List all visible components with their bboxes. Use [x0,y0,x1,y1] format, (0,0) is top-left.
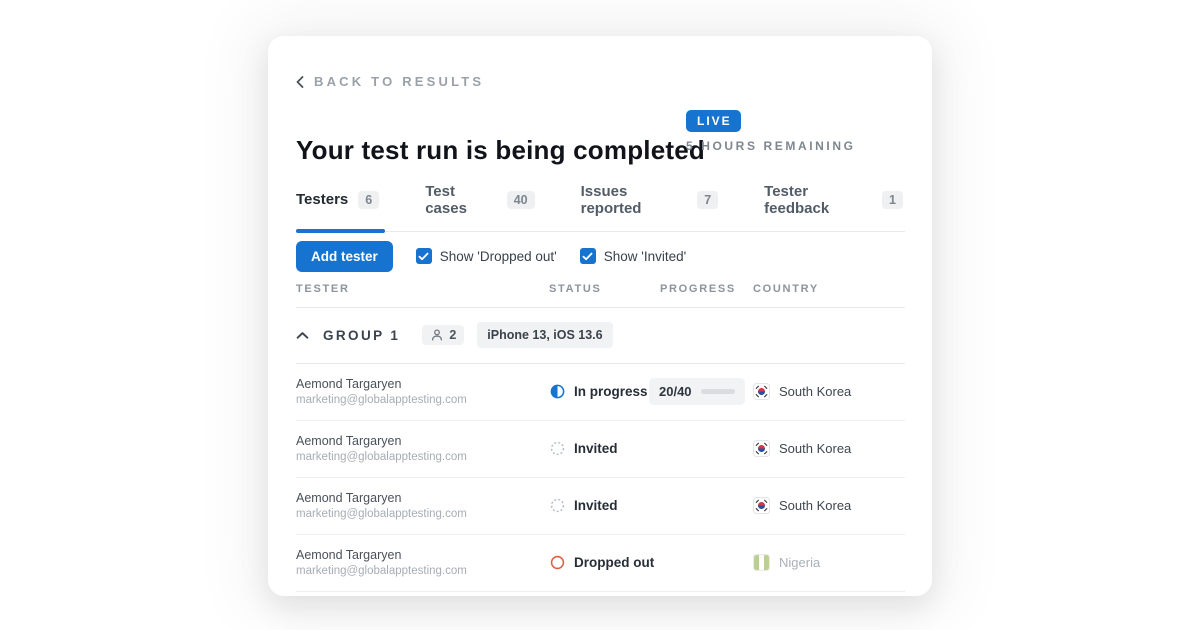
tester-name: Aemond Targaryen [296,434,549,448]
page-background: BACK TO RESULTS LIVE 5 HOURS REMAINING Y… [0,0,1200,630]
tab-tester-feedback[interactable]: Tester feedback 1 [764,181,905,231]
add-tester-button[interactable]: Add tester [296,241,393,272]
tab-bar: Testers 6 Test cases 40 Issues reported … [296,181,905,232]
country-cell: South Korea [753,440,905,457]
tester-email: marketing@globalapptesting.com [296,451,549,463]
tab-label: Tester feedback [764,183,872,217]
tester-name: Aemond Targaryen [296,491,549,505]
dropped-out-icon [549,554,566,571]
filter-show-dropped-out[interactable]: Show 'Dropped out' [416,248,557,264]
invited-icon [549,497,566,514]
progress-chip: 20/40 [649,378,745,405]
checkbox-checked-icon[interactable] [580,248,596,264]
live-badge: LIVE [686,110,741,132]
chevron-up-icon[interactable] [296,331,309,340]
person-icon [430,328,444,342]
group-member-count-badge: 2 [422,325,464,345]
country-label: Nigeria [779,555,820,570]
device-chip: iPhone 13, iOS 13.6 [477,322,612,348]
column-header-status: STATUS [549,283,660,295]
tester-cell: Aemond Targaryen marketing@globalapptest… [296,377,549,406]
tab-count-badge: 7 [697,191,718,209]
status-cell: Invited [549,440,660,457]
country-label: South Korea [779,384,851,399]
time-remaining: 5 HOURS REMAINING [686,139,856,153]
tester-email: marketing@globalapptesting.com [296,508,549,520]
status-label: Invited [574,498,618,513]
progress-count: 20/40 [659,384,692,399]
south-korea-flag-icon [753,497,770,514]
empty-table-row [296,592,905,610]
back-to-results-link[interactable]: BACK TO RESULTS [296,74,484,89]
progress-bar [701,389,735,394]
tab-count-badge: 1 [882,191,903,209]
tester-email: marketing@globalapptesting.com [296,394,549,406]
table-header-row: TESTER STATUS PROGRESS COUNTRY [296,281,905,308]
tab-label: Test cases [425,183,497,217]
south-korea-flag-icon [753,440,770,457]
country-label: South Korea [779,498,851,513]
status-label: Dropped out [574,555,654,570]
status-label: Invited [574,441,618,456]
invited-icon [549,440,566,457]
tester-cell: Aemond Targaryen marketing@globalapptest… [296,548,549,577]
tester-email: marketing@globalapptesting.com [296,565,549,577]
tab-count-badge: 40 [507,191,535,209]
group-member-count: 2 [449,328,456,342]
tester-cell: Aemond Targaryen marketing@globalapptest… [296,434,549,463]
test-run-card: BACK TO RESULTS LIVE 5 HOURS REMAINING Y… [268,36,932,596]
status-cell: Dropped out [549,554,660,571]
tab-count-badge: 6 [358,191,379,209]
in-progress-icon [549,383,566,400]
table-row: Aemond Targaryen marketing@globalapptest… [296,478,905,535]
tester-name: Aemond Targaryen [296,548,549,562]
table-row: Aemond Targaryen marketing@globalapptest… [296,421,905,478]
tab-test-cases[interactable]: Test cases 40 [425,181,536,231]
country-cell: South Korea [753,497,905,514]
country-label: South Korea [779,441,851,456]
live-status-block: LIVE 5 HOURS REMAINING [686,110,856,153]
checkbox-checked-icon[interactable] [416,248,432,264]
nigeria-flag-icon [753,554,770,571]
south-korea-flag-icon [753,383,770,400]
status-cell: In progress [549,383,660,400]
country-cell: South Korea [753,383,905,400]
column-header-tester: TESTER [296,283,549,295]
group-header-row[interactable]: GROUP 1 2 iPhone 13, iOS 13.6 [296,308,905,364]
country-cell: Nigeria [753,554,905,571]
table-row: Aemond Targaryen marketing@globalapptest… [296,364,905,421]
tab-label: Issues reported [581,183,688,217]
tab-issues-reported[interactable]: Issues reported 7 [581,181,721,231]
filter-label: Show 'Dropped out' [440,249,557,264]
filter-show-invited[interactable]: Show 'Invited' [580,248,686,264]
tab-testers[interactable]: Testers 6 [296,181,381,231]
toolbar: Add tester Show 'Dropped out' Show 'Invi… [296,241,905,272]
tab-label: Testers [296,191,348,208]
column-header-progress: PROGRESS [660,283,753,295]
filter-label: Show 'Invited' [604,249,686,264]
group-name: GROUP 1 [323,328,400,343]
table-row: Aemond Targaryen marketing@globalapptest… [296,535,905,592]
chevron-left-icon [296,76,304,88]
status-label: In progress [574,384,648,399]
tester-name: Aemond Targaryen [296,377,549,391]
column-header-country: COUNTRY [753,283,905,295]
tester-cell: Aemond Targaryen marketing@globalapptest… [296,491,549,520]
back-link-label: BACK TO RESULTS [314,74,484,89]
progress-cell: 20/40 [660,378,753,405]
status-cell: Invited [549,497,660,514]
